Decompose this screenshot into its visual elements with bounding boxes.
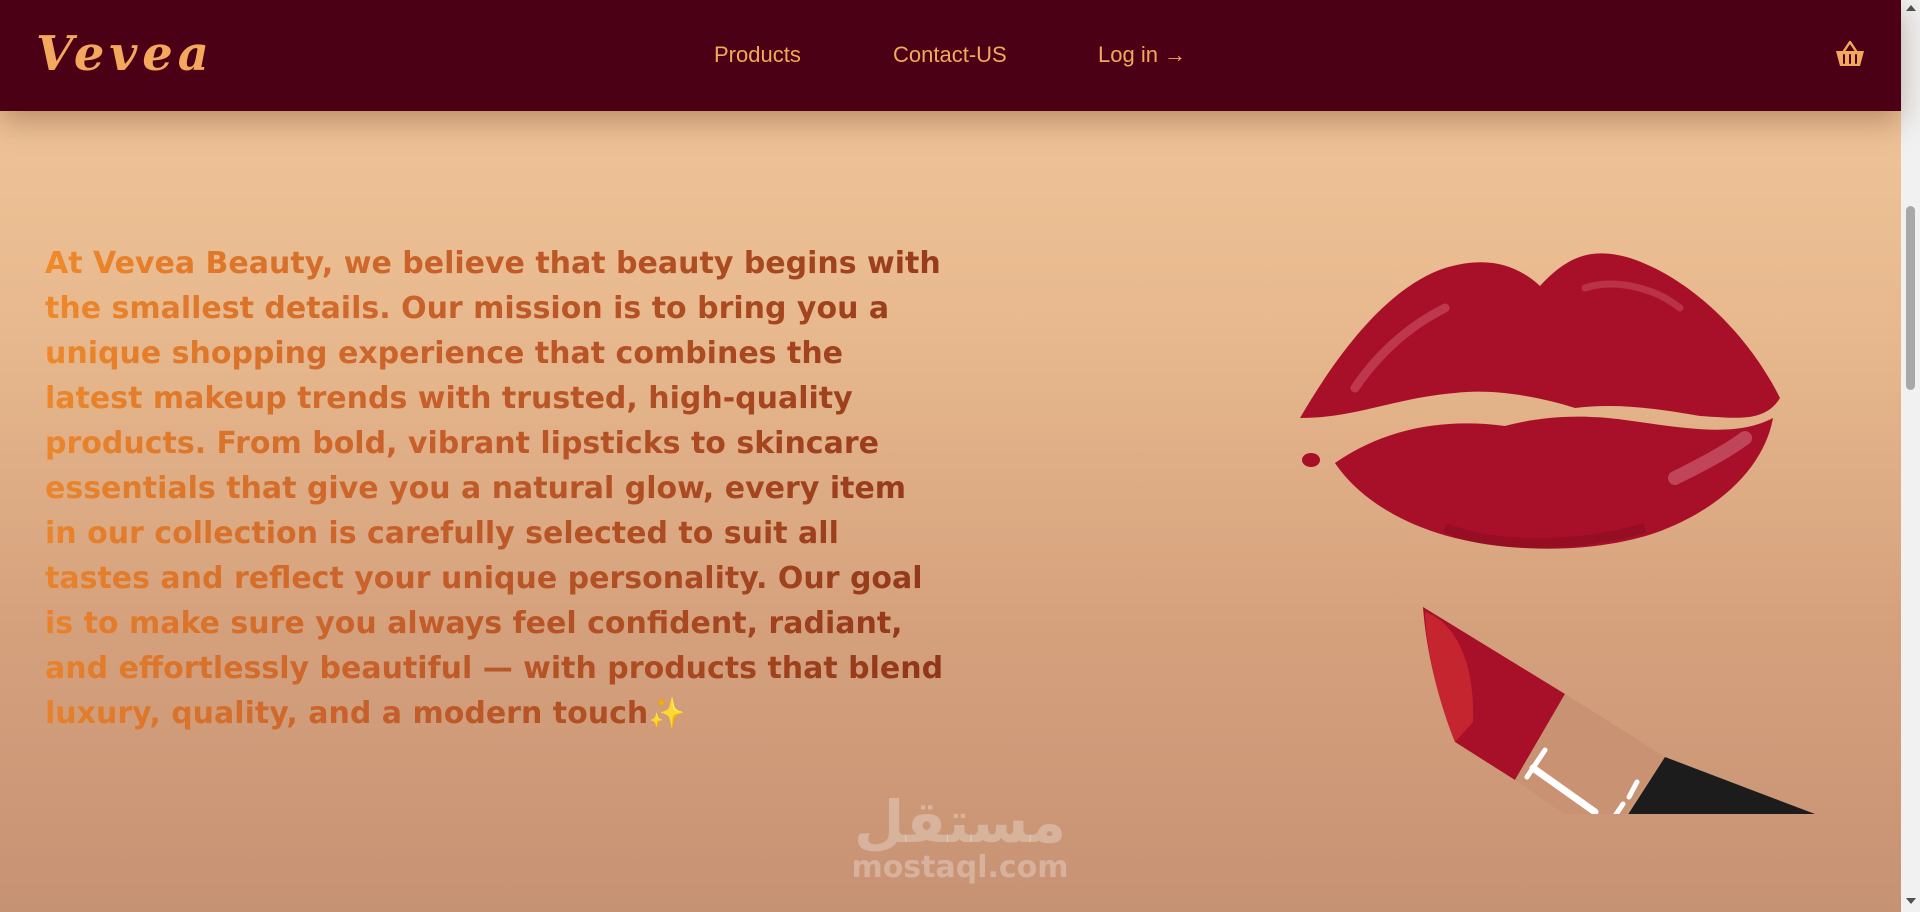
scroll-down-arrow[interactable] [1906, 898, 1916, 904]
lips-illustration [1300, 253, 1780, 549]
about-text: At Vevea Beauty, we believe that beauty … [45, 246, 944, 731]
scroll-up-arrow[interactable] [1906, 5, 1916, 11]
brand-logo[interactable]: Vevea [36, 26, 214, 82]
navbar: Vevea Products Contact-US Log in → [0, 0, 1901, 111]
watermark-latin: mostaql.com [851, 850, 1069, 885]
nav-link-login[interactable]: Log in → [1098, 42, 1186, 68]
lipstick-illustration [1423, 607, 1815, 814]
nav-link-contact[interactable]: Contact-US [893, 42, 1007, 68]
nav-link-products[interactable]: Products [714, 42, 801, 68]
watermark: مستقل mostaql.com [843, 792, 1077, 884]
watermark-arabic: مستقل [853, 788, 1067, 856]
scrollbar[interactable] [1901, 0, 1920, 912]
about-paragraph: At Vevea Beauty, we believe that beauty … [45, 241, 945, 736]
sparkle-icon: ✨ [648, 696, 686, 731]
basket-icon[interactable] [1834, 38, 1866, 70]
scrollbar-thumb[interactable] [1906, 206, 1915, 390]
